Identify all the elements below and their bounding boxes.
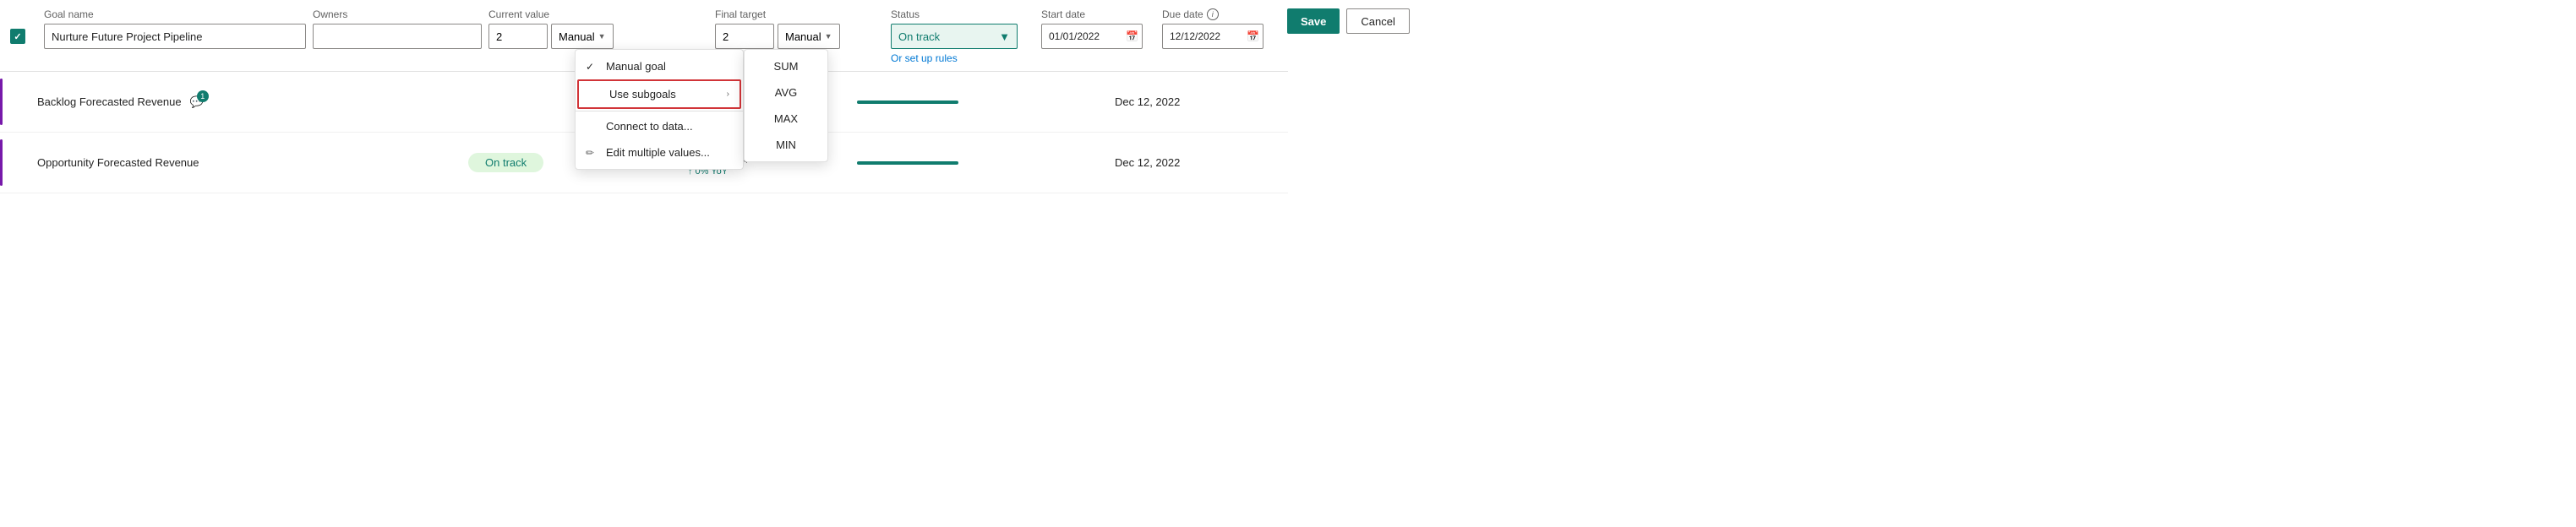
cancel-button[interactable]: Cancel [1346,8,1409,34]
pencil-icon: ✏ [586,147,599,159]
current-value-group: Manual ▼ [488,24,708,49]
goal-name-header: Goal name [44,8,306,20]
due-date-value: 12/12/2022 [1170,30,1220,42]
chevron-down-icon-ft: ▼ [825,32,832,41]
menu-item-connect-data-label: Connect to data... [606,120,693,133]
progress-fill-1 [857,101,958,104]
submenu: SUM AVG MAX MIN [744,49,828,162]
comment-icon-1[interactable]: 💬 1 [190,95,204,109]
start-date-value: 01/01/2022 [1049,30,1100,42]
due-date-cell-2: Dec 12, 2022 [1115,156,1233,169]
submenu-item-sum[interactable]: SUM [745,53,827,79]
status-header: Status [891,8,1034,20]
check-icon: ✓ [586,61,599,73]
actions-column: Save Cancel [1287,8,1410,35]
start-date-column: Start date 01/01/2022 📅 [1041,8,1155,49]
info-icon: i [1207,8,1219,20]
final-target-dropdown[interactable]: Manual ▼ [778,24,840,49]
on-track-pill-2: On track [468,153,543,172]
row-accent-bar-2 [0,139,3,186]
menu-item-connect-data[interactable]: Connect to data... [576,113,743,139]
goal-name-column: Goal name [44,8,306,49]
menu-item-manual-goal[interactable]: ✓ Manual goal [576,53,743,79]
menu-item-edit-multiple[interactable]: ✏ Edit multiple values... [576,139,743,166]
final-target-group: Manual ▼ [715,24,884,49]
submenu-item-avg[interactable]: AVG [745,79,827,106]
menu-item-use-subgoals[interactable]: Use subgoals › [577,79,741,109]
progress-fill-2 [857,161,958,165]
status-dropdown[interactable]: On track ▼ [891,24,1018,49]
current-value-header: Current value [488,8,708,20]
start-date-input[interactable]: 01/01/2022 📅 [1041,24,1143,49]
checkbox-checked[interactable] [10,29,25,44]
submenu-item-min[interactable]: MIN [745,132,827,158]
calendar-icon: 📅 [1126,30,1138,42]
final-target-input[interactable] [715,24,774,49]
progress-bar-2 [857,161,958,165]
menu-item-edit-multiple-label: Edit multiple values... [606,146,710,159]
final-target-dropdown-label: Manual [785,30,821,43]
goal-name-1: Backlog Forecasted Revenue [37,95,182,108]
menu-item-use-subgoals-label: Use subgoals [609,88,676,101]
row-accent-bar [0,79,3,125]
row-checkbox[interactable] [10,8,37,44]
owners-column: Owners [313,8,482,49]
current-value-input[interactable] [488,24,548,49]
actions-row: Save Cancel [1287,8,1410,35]
current-value-dropdown-label: Manual [559,30,595,43]
owners-input[interactable] [313,24,482,49]
status-column: Status On track ▼ Or set up rules [891,8,1034,64]
submenu-item-max[interactable]: MAX [745,106,827,132]
due-date-input[interactable]: 12/12/2022 📅 [1162,24,1263,49]
goal-name-cell-1: Backlog Forecasted Revenue 💬 1 [37,95,299,109]
menu-item-manual-goal-label: Manual goal [606,60,666,73]
setup-rules-link[interactable]: Or set up rules [891,52,1034,64]
status-cell-2 [857,161,1001,165]
final-target-header: Final target [715,8,884,20]
dropdown-menu: ✓ Manual goal Use subgoals › Connect to … [575,49,744,170]
goal-name-input[interactable] [44,24,306,49]
save-button[interactable]: Save [1287,8,1340,34]
due-date-cell-1: Dec 12, 2022 [1115,95,1233,108]
chevron-down-icon: ▼ [598,32,606,41]
goals-table: Goal name Owners Current value Manual ▼ … [0,0,1288,193]
status-value: On track [898,30,940,43]
start-date-header: Start date [1041,8,1155,20]
status-cell-1 [857,101,1001,104]
chevron-down-icon-status: ▼ [999,30,1010,43]
comment-badge-1: 1 [197,90,209,102]
due-date-column: Due date i 12/12/2022 📅 [1162,8,1280,49]
due-date-header: Due date i [1162,8,1280,20]
goal-name-cell-2: Opportunity Forecasted Revenue [37,156,299,169]
calendar-icon-due: 📅 [1247,30,1259,42]
owners-header: Owners [313,8,482,20]
current-value-column: Current value Manual ▼ [488,8,708,49]
goal-name-2: Opportunity Forecasted Revenue [37,156,199,169]
final-target-column: Final target Manual ▼ [715,8,884,49]
progress-bar-1 [857,101,958,104]
arrow-right-icon: › [727,90,729,99]
current-value-dropdown[interactable]: Manual ▼ [551,24,614,49]
